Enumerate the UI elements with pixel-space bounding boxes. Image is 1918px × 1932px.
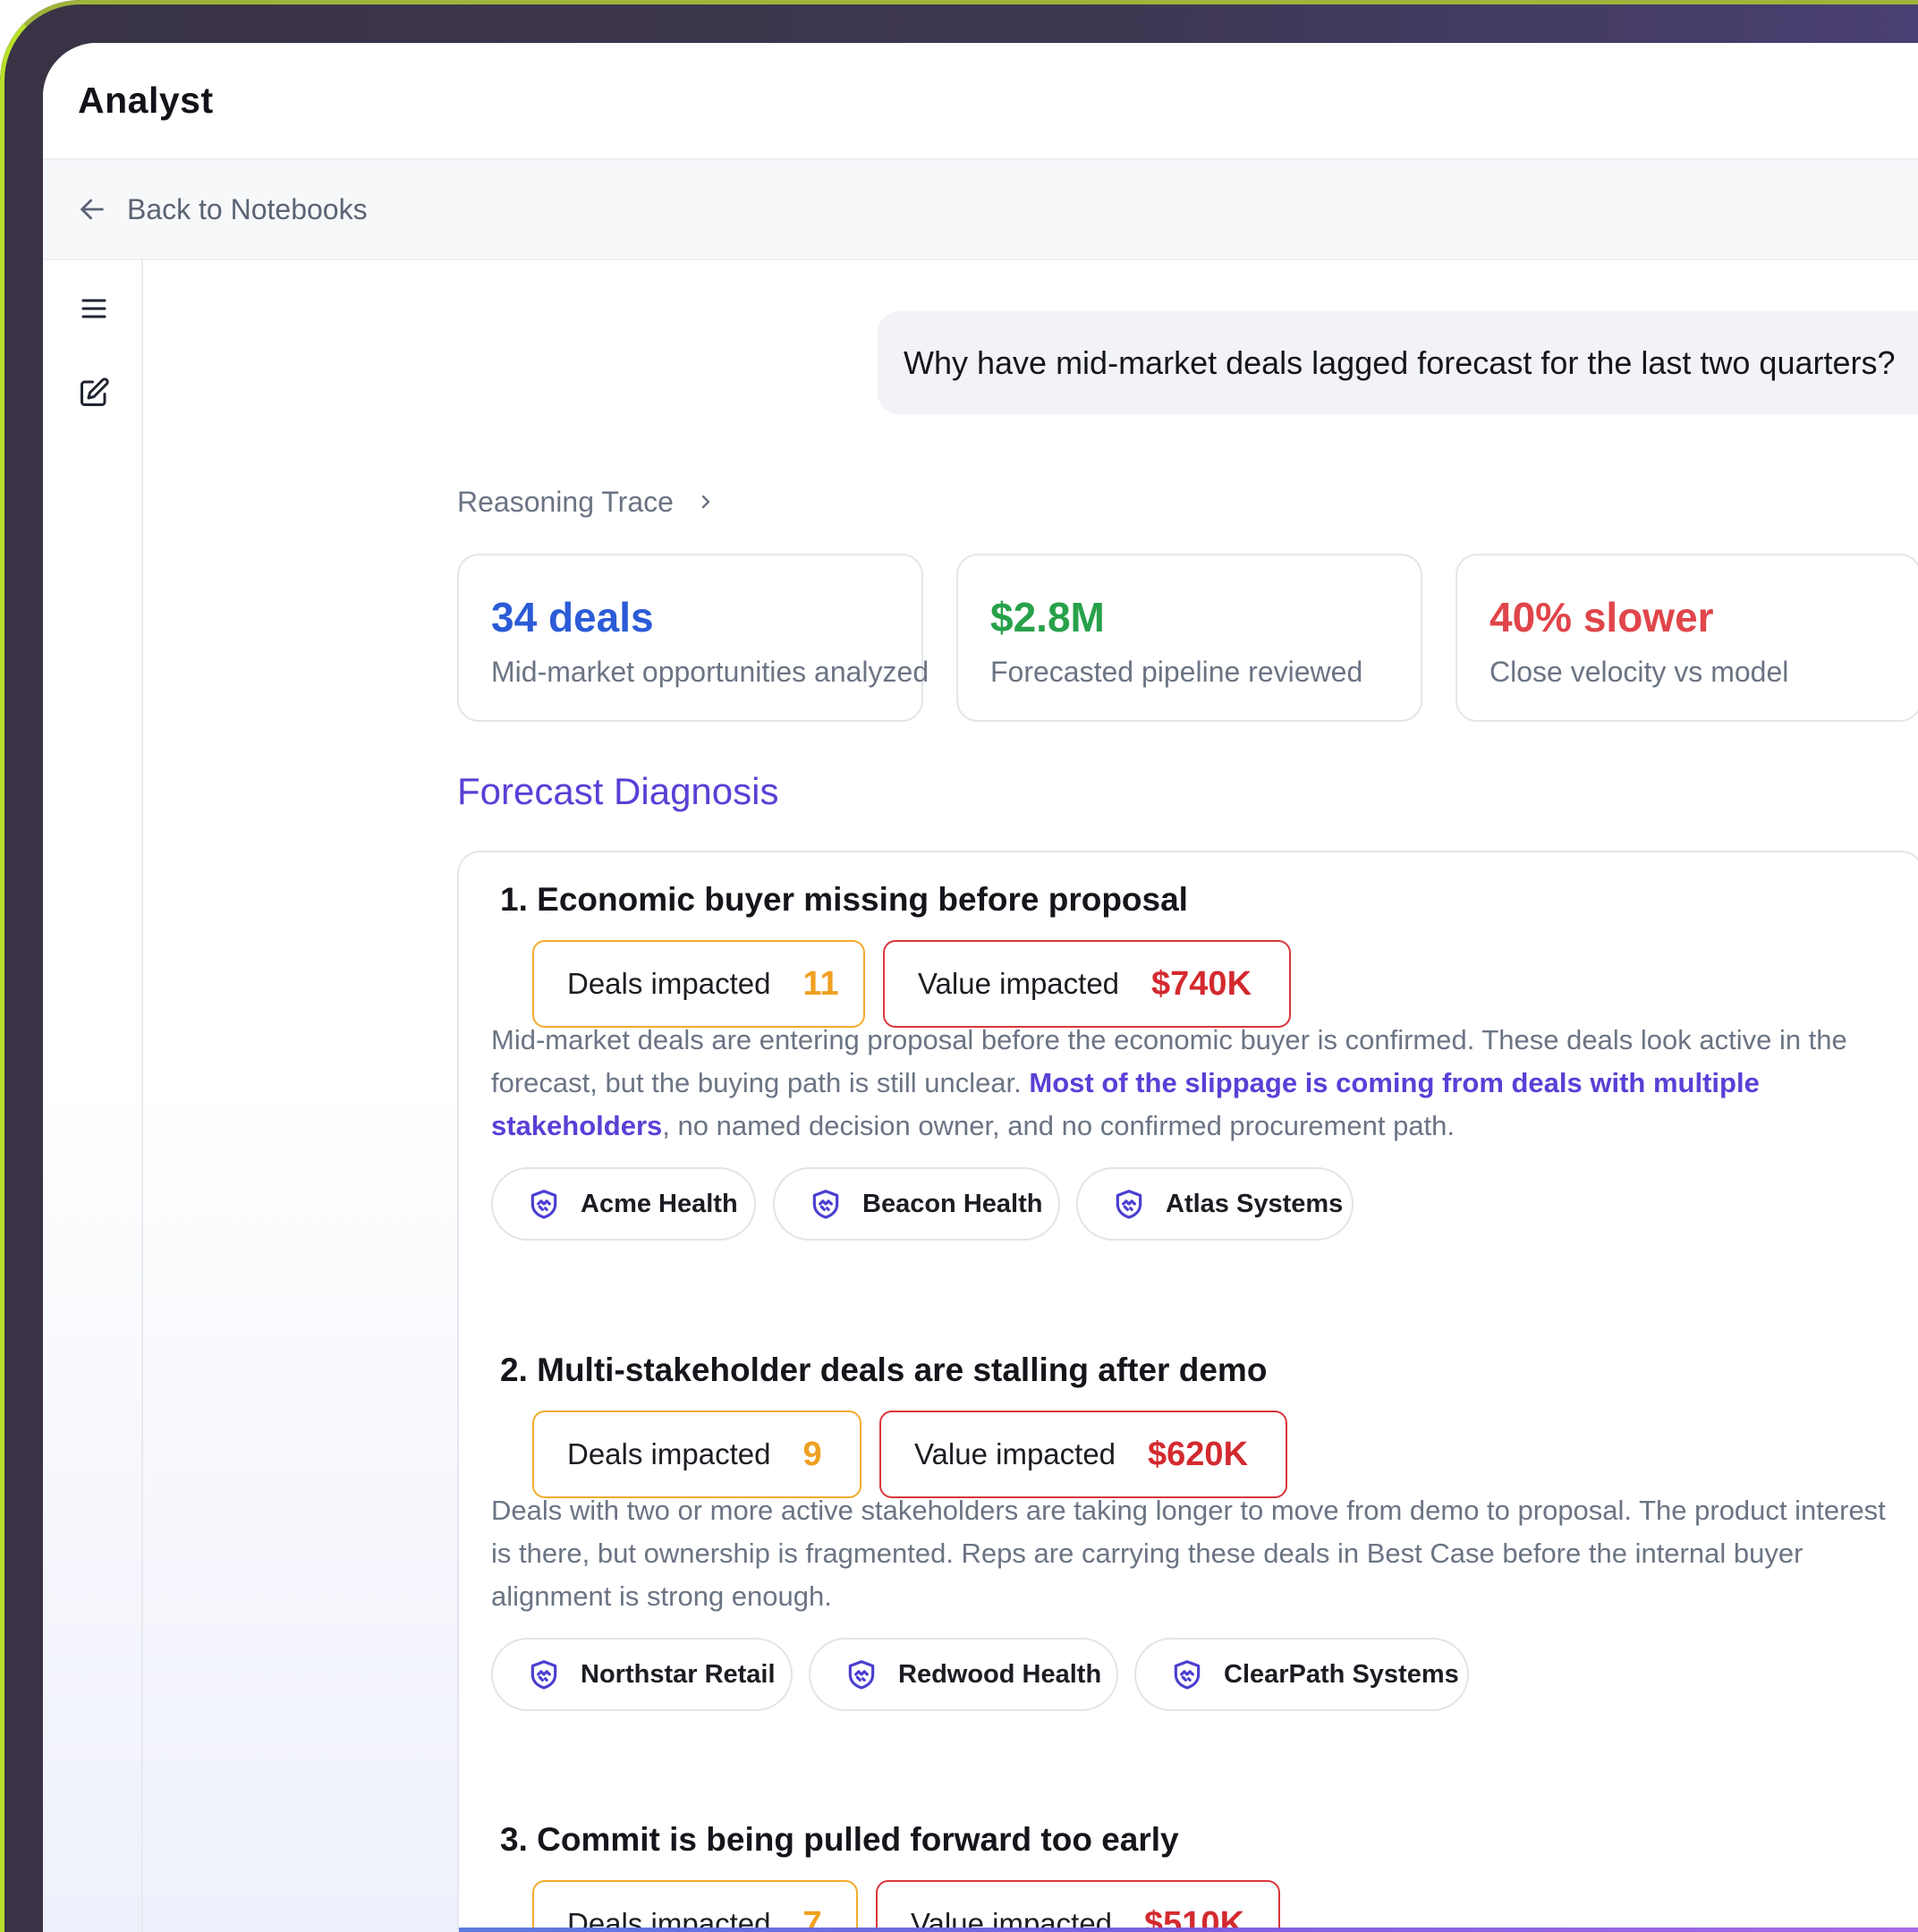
value-impacted-badge: Value impacted $740K xyxy=(883,940,1291,1028)
desc-text: , no named decision owner, and no confir… xyxy=(662,1110,1455,1141)
metric-label: Value impacted xyxy=(914,1437,1116,1470)
app-window: Analyst Back to Notebooks Why have mid-m… xyxy=(43,43,1918,1932)
metric-label: Deals impacted xyxy=(567,1907,771,1932)
back-to-notebooks-link[interactable]: Back to Notebooks xyxy=(77,193,368,226)
diagnosis-card: 1. Economic buyer missing before proposa… xyxy=(457,851,1918,1932)
metric-value: 11 xyxy=(802,964,839,1003)
chip-label: Northstar Retail xyxy=(581,1659,776,1689)
notebook-main: Why have mid-market deals lagged forecas… xyxy=(143,260,1918,1932)
metric-label: Value impacted xyxy=(918,967,1120,1000)
account-chip[interactable]: ClearPath Systems xyxy=(1134,1638,1469,1711)
handshake-icon xyxy=(848,1660,875,1690)
metric-label: Deals impacted xyxy=(567,967,771,1000)
chip-label: Beacon Health xyxy=(862,1189,1043,1218)
arrow-left-icon xyxy=(81,199,104,220)
chip-label: Acme Health xyxy=(581,1189,738,1218)
section-title: Forecast Diagnosis xyxy=(457,770,779,812)
chip-label: ClearPath Systems xyxy=(1224,1659,1459,1689)
reasoning-trace-toggle[interactable]: Reasoning Trace xyxy=(457,484,717,520)
stat-card-velocity: 40% slower Close velocity vs model xyxy=(1455,554,1918,722)
chevron-right-icon xyxy=(701,495,710,509)
deals-impacted-badge: Deals impacted 11 xyxy=(532,940,865,1028)
issue-title: 2. Multi-stakeholder deals are stalling … xyxy=(500,1352,1268,1388)
metric-label: Value impacted xyxy=(911,1907,1113,1932)
issue-title: 3. Commit is being pulled forward too ea… xyxy=(500,1821,1179,1858)
body-area: Why have mid-market deals lagged forecas… xyxy=(43,260,1918,1932)
user-message: Why have mid-market deals lagged forecas… xyxy=(878,311,1918,414)
deals-impacted-badge: Deals impacted 7 xyxy=(532,1880,858,1932)
metric-label: Deals impacted xyxy=(567,1437,771,1470)
metric-value: $620K xyxy=(1148,1435,1249,1473)
account-chip[interactable]: Atlas Systems xyxy=(1076,1167,1354,1241)
chip-label: Atlas Systems xyxy=(1166,1189,1344,1218)
menu-icon[interactable] xyxy=(78,292,110,325)
app-title: Analyst xyxy=(78,80,214,121)
reasoning-trace-label: Reasoning Trace xyxy=(457,485,674,518)
edit-icon[interactable] xyxy=(78,377,110,409)
issue-title: 1. Economic buyer missing before proposa… xyxy=(500,881,1188,918)
value-impacted-badge: Value impacted $510K xyxy=(876,1880,1280,1932)
metric-value: 9 xyxy=(802,1435,822,1473)
stat-value: 34 deals xyxy=(491,594,654,640)
stat-label: Forecasted pipeline reviewed xyxy=(990,656,1363,688)
stat-card-deals: 34 deals Mid-market opportunities analyz… xyxy=(457,554,929,722)
handshake-icon xyxy=(1116,1190,1142,1219)
stat-value: 40% slower xyxy=(1489,594,1714,640)
handshake-icon xyxy=(530,1190,557,1219)
issue-description: Deals with two or more active stakeholde… xyxy=(491,1495,1886,1612)
metric-value: $510K xyxy=(1144,1904,1245,1932)
stat-label: Close velocity vs model xyxy=(1489,656,1789,688)
side-rail xyxy=(43,260,143,1932)
metric-value: 7 xyxy=(802,1904,822,1932)
account-chip[interactable]: Acme Health xyxy=(491,1167,756,1241)
value-impacted-badge: Value impacted $620K xyxy=(879,1411,1287,1498)
handshake-icon xyxy=(1174,1660,1201,1690)
account-chip[interactable]: Northstar Retail xyxy=(491,1638,793,1711)
back-bar: Back to Notebooks xyxy=(43,160,1918,260)
stat-label: Mid-market opportunities analyzed xyxy=(491,656,929,688)
stat-value: $2.8M xyxy=(990,594,1105,640)
issue-description: Mid-market deals are entering proposal b… xyxy=(491,1019,1887,1148)
back-label: Back to Notebooks xyxy=(127,192,368,225)
handshake-icon xyxy=(530,1660,557,1690)
stat-card-pipeline: $2.8M Forecasted pipeline reviewed xyxy=(956,554,1422,722)
device-frame: Analyst Back to Notebooks Why have mid-m… xyxy=(0,0,1918,1932)
account-chip[interactable]: Redwood Health xyxy=(809,1638,1118,1711)
handshake-icon xyxy=(812,1190,839,1219)
account-chip[interactable]: Beacon Health xyxy=(773,1167,1060,1241)
chip-label: Redwood Health xyxy=(898,1659,1102,1689)
metric-value: $740K xyxy=(1151,964,1252,1003)
deals-impacted-badge: Deals impacted 9 xyxy=(532,1411,861,1498)
app-header: Analyst xyxy=(43,43,1918,160)
